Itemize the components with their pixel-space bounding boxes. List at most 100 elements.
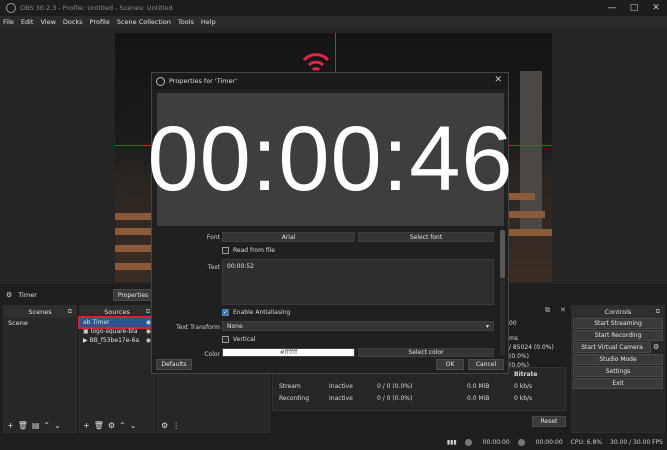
- checkbox-box: [222, 247, 229, 254]
- undock-icon[interactable]: ⧉: [656, 308, 660, 316]
- vertical-checkbox[interactable]: Vertical: [222, 336, 255, 343]
- rec-time: 00:00:00: [535, 439, 563, 446]
- menu-docks[interactable]: Docks: [63, 18, 83, 26]
- close-icon[interactable]: ✕: [494, 75, 502, 85]
- select-color-button[interactable]: Select color: [358, 348, 494, 357]
- start-virtual-camera-button[interactable]: Start Virtual Camera: [573, 342, 651, 353]
- gear-icon[interactable]: ⚙: [108, 421, 115, 430]
- exit-button[interactable]: Exit: [573, 378, 663, 389]
- menu-edit[interactable]: Edit: [21, 18, 34, 26]
- text-transform-select[interactable]: None ▾: [222, 321, 494, 331]
- minimize-icon[interactable]: —: [601, 0, 623, 16]
- move-up-icon[interactable]: ⌃: [119, 421, 126, 430]
- stats-bitrate: 0 kb/s: [514, 383, 533, 390]
- scrollbar-thumb[interactable]: [500, 230, 505, 278]
- vertical-label: Vertical: [233, 336, 256, 343]
- font-value: Arial: [222, 232, 355, 242]
- stats-frames: 0 / 0 (0.0%): [377, 395, 413, 402]
- properties-label: Properties: [117, 291, 149, 299]
- properties-dialog: Properties for 'Timer' ✕ 00:00:46 Font A…: [147, 72, 513, 374]
- properties-button[interactable]: Properties: [113, 289, 153, 301]
- properties-scrollbar[interactable]: [500, 230, 505, 355]
- source-item-media[interactable]: ▶ BB_f53be17e-6a ◉: [80, 336, 154, 345]
- move-up-icon[interactable]: ⌃: [43, 421, 50, 430]
- settings-button[interactable]: Settings: [573, 366, 663, 377]
- move-down-icon[interactable]: ⌄: [54, 421, 61, 430]
- properties-form: Font Arial Select font Read from file Te…: [152, 230, 510, 358]
- media-source-icon: ▶: [83, 337, 88, 344]
- controls-header: Controls ⧉: [572, 306, 664, 318]
- reset-button[interactable]: Reset: [532, 416, 566, 427]
- undock-icon[interactable]: ⧉: [68, 308, 72, 316]
- fps-readout: 30.00 / 30.00 FPS: [610, 439, 663, 446]
- start-streaming-button[interactable]: Start Streaming: [573, 318, 663, 329]
- color-swatch[interactable]: #ffffff: [222, 348, 355, 357]
- studio-mode-button[interactable]: Studio Mode: [573, 354, 663, 365]
- scene-item[interactable]: Scene: [4, 318, 76, 328]
- checkbox-checked-icon: ✓: [222, 309, 229, 316]
- stats-frames: 0 / 0 (0.0%): [377, 383, 413, 390]
- bitrate-header: Bitrate: [514, 371, 538, 378]
- menu-file[interactable]: File: [3, 18, 14, 26]
- sources-panel: Sources ⧉ ab Timer ◉ ▣ logo-square-bla ◉…: [78, 305, 156, 433]
- ok-button[interactable]: OK: [436, 359, 464, 370]
- text-input[interactable]: 00:00:52: [222, 259, 494, 305]
- stats-bitrate: 0 kb/s: [514, 395, 533, 402]
- filter-icon[interactable]: ▤: [32, 421, 40, 430]
- gear-icon: ⚙: [6, 291, 13, 299]
- defaults-button[interactable]: Defaults: [156, 359, 192, 370]
- text-label: Text: [207, 264, 220, 271]
- source-label: logo-square-bla: [90, 328, 138, 335]
- stats-value-d: (0.0%): [509, 353, 529, 360]
- stats-value-c: / 85024 (0.0%): [509, 344, 554, 351]
- read-from-file-checkbox[interactable]: Read from file: [222, 247, 275, 254]
- text-transform-label: Text Transform: [176, 324, 220, 331]
- select-font-button[interactable]: Select font: [358, 232, 494, 242]
- stats-row-stream: Stream Inactive 0 / 0 (0.0%) 0.0 MiB 0 k…: [273, 383, 565, 393]
- source-item-logo[interactable]: ▣ logo-square-bla ◉: [80, 327, 154, 336]
- stream-time: 00:00:00: [482, 439, 510, 446]
- scenes-panel: Scenes ⧉ Scene + 🗑 ▤ ⌃ ⌄: [3, 305, 77, 433]
- add-icon[interactable]: +: [7, 421, 14, 430]
- timer-preview: 00:00:46: [147, 93, 513, 226]
- image-source-icon: ▣: [83, 328, 89, 335]
- close-icon[interactable]: ✕: [560, 306, 566, 314]
- undock-icon[interactable]: ⧉: [146, 308, 150, 316]
- stats-status: Inactive: [329, 383, 353, 390]
- scenes-title: Scenes: [28, 308, 52, 316]
- menu-tools[interactable]: Tools: [178, 18, 194, 26]
- trash-icon[interactable]: 🗑: [94, 421, 104, 430]
- menu-view[interactable]: View: [40, 18, 55, 26]
- sources-title: Sources: [104, 308, 130, 316]
- obs-logo-icon: [156, 76, 165, 86]
- enable-antialiasing-checkbox[interactable]: ✓ Enable Antialiasing: [222, 309, 290, 316]
- trash-icon[interactable]: 🗑: [18, 421, 28, 430]
- font-label: Font: [206, 234, 220, 241]
- gear-icon[interactable]: ⚙: [161, 421, 168, 430]
- start-recording-button[interactable]: Start Recording: [573, 330, 663, 341]
- dialog-title-bar: Properties for 'Timer' ✕: [152, 73, 508, 89]
- more-icon[interactable]: ⋮: [172, 421, 180, 430]
- status-bar: ▮▮▮ 00:00:00 00:00:00 CPU: 6.8% 30.00 / …: [0, 435, 667, 450]
- undock-icon[interactable]: ⧉: [545, 306, 550, 315]
- menu-help[interactable]: Help: [201, 18, 216, 26]
- text-source-icon: ab: [83, 319, 91, 326]
- obs-logo-icon: [6, 3, 16, 13]
- move-down-icon[interactable]: ⌄: [130, 421, 137, 430]
- menu-profile[interactable]: Profile: [90, 18, 110, 26]
- source-item-timer[interactable]: ab Timer ◉: [78, 316, 156, 329]
- gear-icon[interactable]: ⚙: [653, 343, 659, 351]
- close-icon[interactable]: ✕: [645, 0, 667, 16]
- stats-value-b: ms: [509, 335, 518, 342]
- maximize-icon[interactable]: □: [623, 0, 645, 16]
- enable-antialiasing-label: Enable Antialiasing: [233, 309, 291, 316]
- stream-status: 00:00:00: [464, 439, 510, 446]
- add-icon[interactable]: +: [83, 421, 90, 430]
- menu-scene-collection[interactable]: Scene Collection: [117, 18, 171, 26]
- current-source-name: Timer: [18, 291, 37, 299]
- cancel-button[interactable]: Cancel: [468, 359, 504, 370]
- window-controls: — □ ✕: [601, 0, 667, 16]
- window-title: OBS 30.2.3 - Profile: Untitled - Scenes:…: [20, 4, 173, 12]
- stats-name: Stream: [279, 383, 301, 390]
- preview-seat-row: [115, 213, 155, 220]
